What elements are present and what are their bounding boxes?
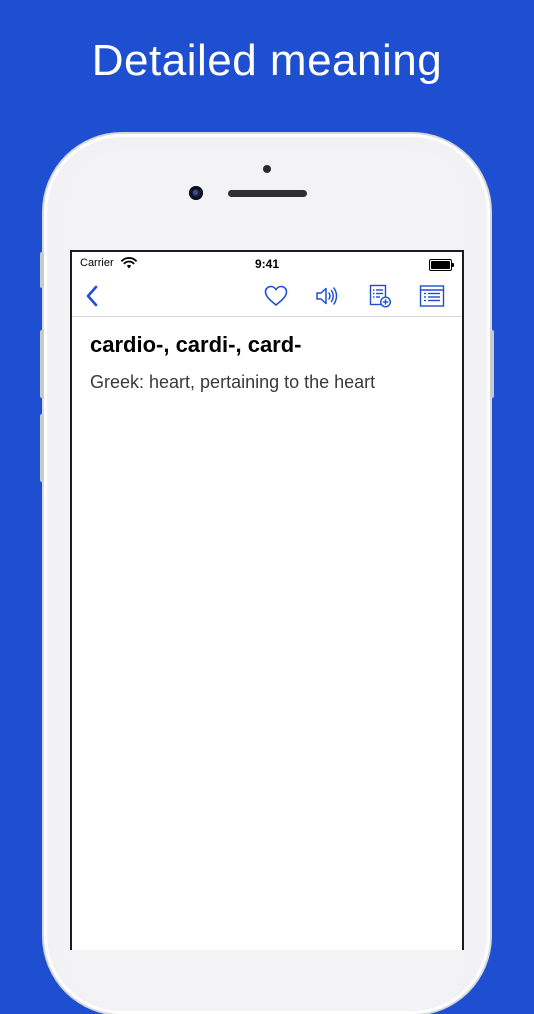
word-list-button[interactable] (418, 282, 446, 310)
proximity-sensor (263, 165, 271, 173)
favorite-button[interactable] (262, 282, 290, 310)
volume-down-button (40, 414, 44, 482)
pronounce-button[interactable] (313, 282, 341, 310)
entry-definition: Greek: heart, pertaining to the heart (90, 372, 376, 392)
navigation-bar (72, 276, 462, 317)
earpiece-speaker (228, 190, 307, 197)
volume-up-button (40, 330, 44, 398)
list-add-icon (369, 284, 392, 308)
status-bar: Carrier 9:41 (72, 252, 462, 276)
power-button (490, 330, 494, 398)
battery-icon (429, 259, 454, 271)
phone-screen: Carrier 9:41 cardio-, cardi-, card- Gree… (70, 250, 464, 950)
clock: 9:41 (254, 257, 280, 271)
entry-term: cardio-, cardi-, card- (90, 332, 302, 357)
back-button[interactable] (78, 282, 106, 310)
chevron-left-icon (86, 285, 98, 307)
speaker-icon (316, 287, 338, 305)
list-icon (419, 285, 445, 307)
promo-headline: Detailed meaning (91, 36, 443, 85)
battery-fill (431, 261, 450, 269)
front-camera (189, 186, 203, 200)
heart-icon (264, 285, 288, 306)
entry-detail: cardio-, cardi-, card- Greek: heart, per… (90, 332, 444, 393)
mute-switch (40, 252, 44, 288)
add-to-list-button[interactable] (366, 282, 394, 310)
